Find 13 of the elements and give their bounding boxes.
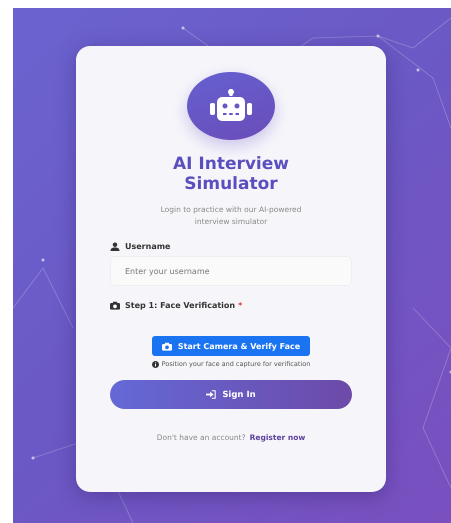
info-icon bbox=[152, 360, 159, 368]
step-label: Step 1: Face Verification bbox=[125, 301, 236, 310]
sign-in-icon bbox=[206, 390, 216, 399]
required-mark: * bbox=[238, 301, 242, 310]
sign-in-button[interactable]: Sign In bbox=[110, 380, 352, 409]
camera-icon bbox=[110, 301, 120, 310]
start-camera-button[interactable]: Start Camera & Verify Face bbox=[152, 336, 310, 356]
field-label: Username bbox=[125, 242, 170, 251]
robot-icon bbox=[209, 89, 253, 123]
user-icon bbox=[110, 242, 120, 251]
username-field[interactable]: Enter your username bbox=[110, 256, 352, 286]
app-title: AI Interview Simulator bbox=[172, 154, 290, 194]
camera-icon bbox=[162, 342, 172, 350]
